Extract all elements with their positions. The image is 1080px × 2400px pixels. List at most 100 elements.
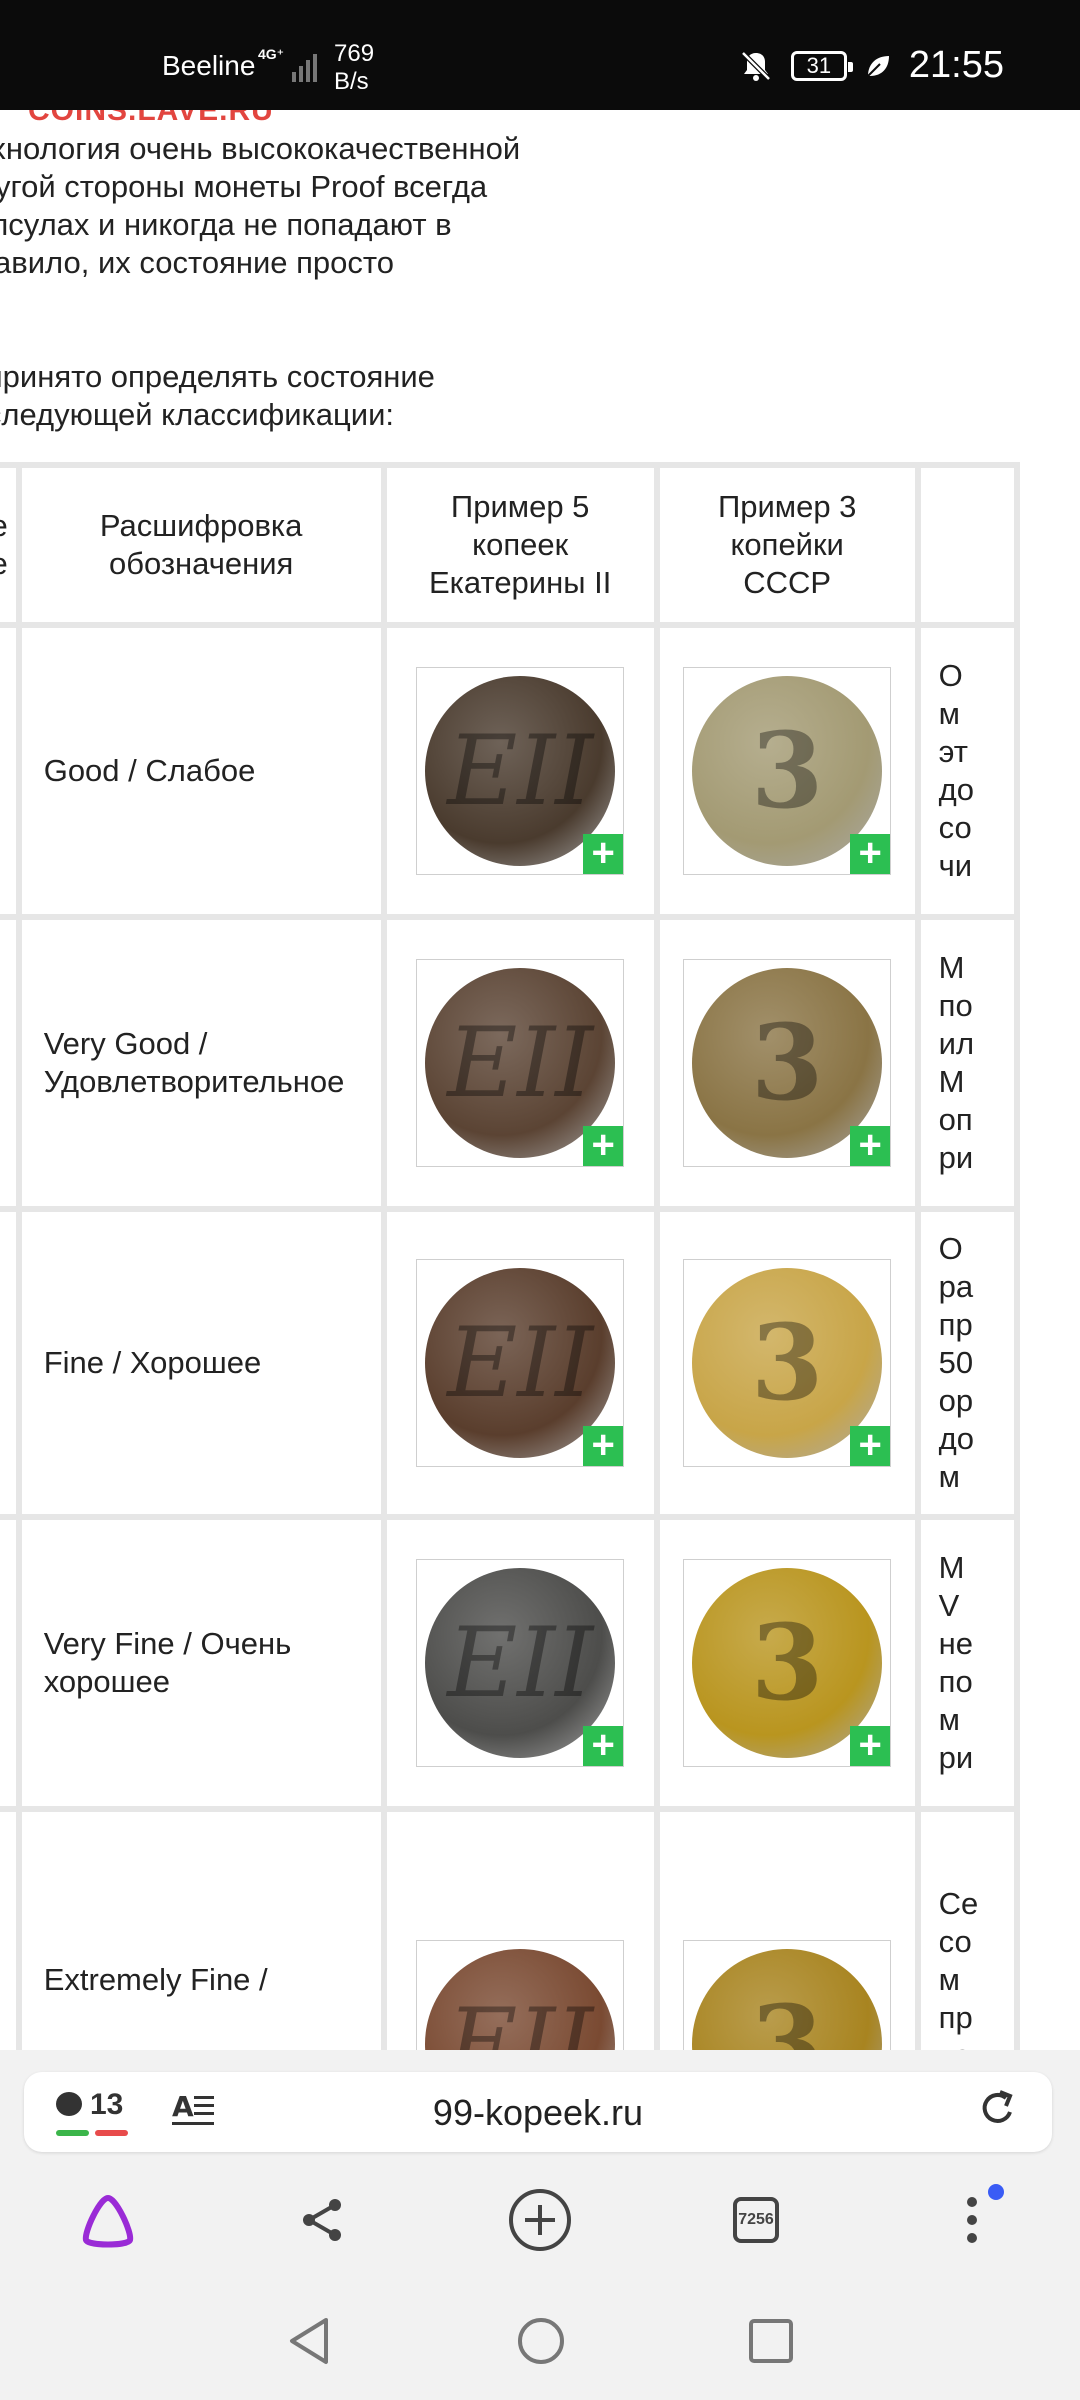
- description-line: м: [938, 1702, 960, 1737]
- description-line: м: [938, 696, 960, 731]
- new-tab-button[interactable]: [502, 2182, 578, 2258]
- zoom-plus-icon[interactable]: +: [583, 1725, 624, 1766]
- ussr-coin-cell: 3 +: [659, 1520, 915, 1806]
- article-line: .: [0, 282, 620, 320]
- header-grade-abbr: ое ие: [0, 468, 16, 622]
- description-line: Се: [938, 1886, 979, 1921]
- grade-name-cell: Very Good / Удовлетворительное: [21, 920, 381, 1206]
- zoom-plus-icon[interactable]: +: [850, 1425, 891, 1466]
- description-cell: М Vне по м ри: [920, 1520, 1014, 1806]
- grade-name: Good / Слабое: [43, 753, 256, 788]
- catherine-coin-emblem: ЕII: [447, 1988, 594, 2050]
- menu-button[interactable]: [934, 2182, 1010, 2258]
- share-button[interactable]: [284, 2182, 360, 2258]
- grade-name: Very Good / Удовлетворительное: [43, 1026, 345, 1099]
- header-example-ussr: Пример 3 копейки СССР: [659, 468, 915, 622]
- ussr-coin-image[interactable]: 3 +: [683, 1559, 892, 1767]
- ussr-coin-image[interactable]: 3 +: [683, 1259, 892, 1467]
- article-paragraph-2: е принято определять состояние о следующ…: [0, 358, 620, 434]
- browser-toolbar: 7256: [0, 2160, 1080, 2278]
- url-text[interactable]: 99-kopeek.ru: [24, 2092, 1052, 2134]
- catherine-coin-image[interactable]: ЕII: [416, 1940, 625, 2050]
- zoom-plus-icon[interactable]: +: [850, 833, 891, 874]
- description-cell: Сесомпр хо: [920, 1812, 1014, 2050]
- description-cell: Мпо ил Моп ри: [920, 920, 1014, 1206]
- ussr-coin-image[interactable]: 3: [683, 1940, 892, 2050]
- description-line: О: [938, 658, 963, 693]
- grade-abbr-cell: [0, 628, 16, 914]
- description-line: по: [938, 988, 973, 1023]
- grades-table: ое ие Расшифровка обозначения Пример 5 к…: [0, 462, 1020, 2050]
- catherine-coin-emblem: ЕII: [447, 1607, 594, 1719]
- table-row: Very Good / Удовлетворительное ЕII +3 + Мпо и…: [0, 920, 1014, 1206]
- recents-icon[interactable]: [748, 2318, 794, 2364]
- tabs-count: 7256: [733, 2197, 779, 2243]
- ussr-coin-cell: 3 +: [659, 1212, 915, 1514]
- table-row: Fine / Хорошее ЕII +3 + Ора пр 50 ор до м: [0, 1212, 1014, 1514]
- description-line: М: [938, 1064, 965, 1099]
- zoom-plus-icon[interactable]: +: [583, 833, 624, 874]
- article-line: е принято определять состояние: [0, 359, 435, 394]
- header-description: [920, 468, 1014, 622]
- catherine-coin-cell: ЕII +: [386, 628, 654, 914]
- description-line: эт: [938, 734, 968, 769]
- battery-level: 31: [806, 52, 832, 78]
- network-type: 4G⁺: [258, 46, 285, 62]
- description-line: пр: [938, 1307, 973, 1342]
- system-navigation-bar: [0, 2278, 1080, 2400]
- status-bar: Beeline 4G⁺ 769 B/s 31 21:55: [0, 0, 1080, 110]
- catherine-coin-image[interactable]: ЕII +: [416, 1259, 625, 1467]
- grade-name: Very Fine / Очень хорошее: [43, 1626, 292, 1699]
- speed-unit: B/s: [334, 68, 369, 95]
- zoom-plus-icon[interactable]: +: [850, 1725, 891, 1766]
- ussr-coin-image[interactable]: 3 +: [683, 667, 892, 875]
- ussr-coin-image[interactable]: 3 +: [683, 959, 892, 1167]
- article-line: капсулах и никогда не попадают в: [0, 207, 452, 242]
- description-line: О: [938, 1231, 963, 1266]
- ussr-coin-emblem: 3: [751, 1601, 824, 1724]
- catherine-coin-emblem: ЕII: [447, 715, 594, 827]
- grade-name: Extremely Fine /: [43, 1962, 268, 1997]
- alice-icon: [82, 2194, 134, 2248]
- description-line: не: [938, 1626, 974, 1661]
- watermark: COINS.LAVE.RU: [28, 110, 274, 127]
- tabs-button[interactable]: 7256: [718, 2182, 794, 2258]
- description-line: пр: [938, 2000, 973, 2035]
- zoom-plus-icon[interactable]: +: [850, 1125, 891, 1166]
- description-line: ор: [938, 1383, 974, 1418]
- article-text: ... вполне верно, так технология очень в…: [0, 110, 620, 472]
- zoom-plus-icon[interactable]: +: [583, 1125, 624, 1166]
- article-line: правило, их состояние просто: [0, 245, 394, 280]
- article-line: другой стороны монеты Proof всегда: [0, 169, 488, 204]
- catherine-coin-emblem: ЕII: [447, 1007, 594, 1119]
- catherine-coin-cell: ЕII +: [386, 1520, 654, 1806]
- header-decoding: Расшифровка обозначения: [21, 468, 381, 622]
- alice-button[interactable]: [70, 2182, 146, 2258]
- description-line: до: [938, 772, 974, 807]
- table-row: Very Fine / Очень хорошее ЕII +3 + М Vне по м ри: [0, 1520, 1014, 1806]
- article-line: технология очень высококачественной: [0, 131, 521, 166]
- header-example-catherine: Пример 5 копеек Екатерины II: [386, 468, 654, 622]
- mute-icon: [741, 50, 771, 81]
- description-line: по: [938, 1664, 973, 1699]
- web-page[interactable]: ... вполне верно, так технология очень в…: [0, 110, 1080, 2050]
- catherine-coin-image[interactable]: ЕII +: [416, 667, 625, 875]
- description-line: М: [938, 1550, 965, 1585]
- catherine-coin-cell: ЕII: [386, 1812, 654, 2050]
- more-vertical-icon: [967, 2197, 977, 2243]
- description-line: со: [938, 1924, 972, 1959]
- catherine-coin-image[interactable]: ЕII +: [416, 1559, 625, 1767]
- catherine-coin-cell: ЕII +: [386, 920, 654, 1206]
- reload-button[interactable]: [978, 2086, 1018, 2140]
- zoom-plus-icon[interactable]: +: [583, 1425, 624, 1466]
- catherine-coin-image[interactable]: ЕII +: [416, 959, 625, 1167]
- back-icon[interactable]: [286, 2316, 332, 2366]
- home-icon[interactable]: [516, 2316, 566, 2366]
- ussr-coin-emblem: 3: [751, 709, 824, 832]
- plus-circle-icon: [509, 2189, 571, 2251]
- grade-abbr-cell: [0, 1520, 16, 1806]
- address-bar[interactable]: 13 A 99-kopeek.ru: [24, 2072, 1052, 2152]
- description-line: М: [938, 950, 965, 985]
- ussr-coin-emblem: 3: [751, 1001, 824, 1124]
- description-line: хо: [939, 2037, 1014, 2050]
